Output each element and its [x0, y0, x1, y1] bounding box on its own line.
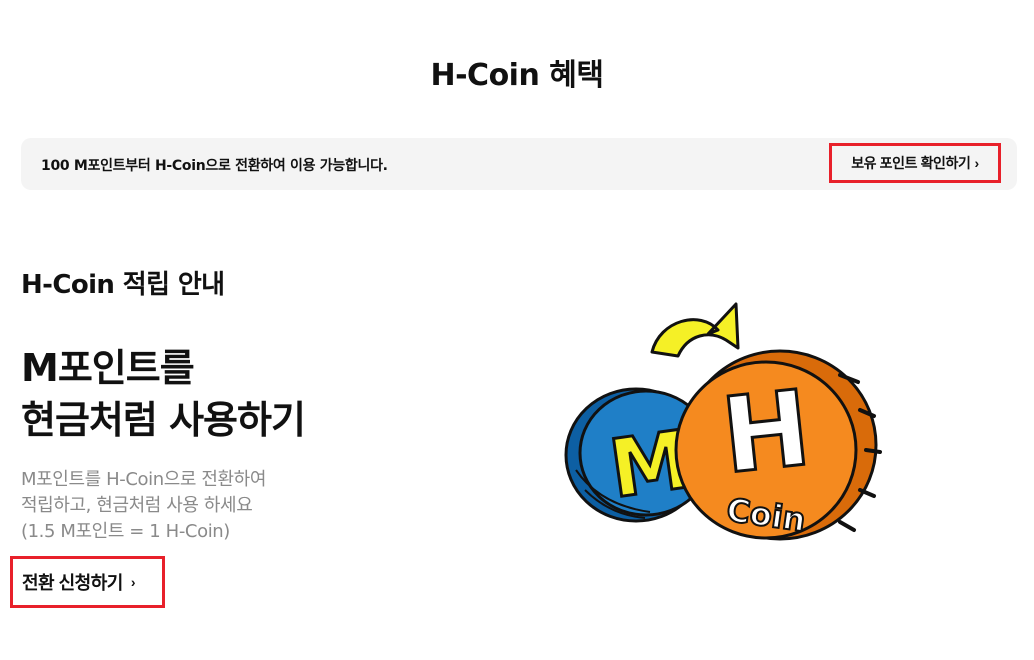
h-coin-letter: H	[717, 367, 816, 497]
notice-text: 100 M포인트부터 H-Coin으로 전환하여 이용 가능합니다.	[41, 158, 388, 174]
apply-conversion-label: 전환 신청하기	[22, 573, 123, 593]
description-line-2: 적립하고, 현금처럼 사용 하세요	[21, 495, 253, 516]
chevron-right-icon: ›	[130, 574, 136, 590]
coin-illustration: M H Coin	[564, 302, 882, 541]
check-points-label: 보유 포인트 확인하기	[851, 155, 971, 171]
notice-bar: 100 M포인트부터 H-Coin으로 전환하여 이용 가능합니다. 보유 포인…	[21, 138, 1017, 190]
page-title: H-Coin 혜택	[430, 58, 604, 93]
h-coin-icon: H Coin	[674, 349, 882, 541]
section-title: H-Coin 적립 안내	[21, 270, 225, 300]
conversion-arrow-icon	[650, 302, 740, 358]
headline-line-2: 현금처럼 사용하기	[21, 398, 306, 442]
apply-conversion-button[interactable]: 전환 신청하기 ›	[10, 556, 165, 608]
description: M포인트를 H-Coin으로 전환하여 적립하고, 현금처럼 사용 하세요 (1…	[21, 467, 266, 545]
check-points-button[interactable]: 보유 포인트 확인하기 ›	[829, 143, 1001, 183]
headline: M포인트를 현금처럼 사용하기	[21, 342, 306, 446]
description-line-3: (1.5 M포인트 = 1 H-Coin)	[21, 521, 230, 542]
chevron-right-icon: ›	[974, 155, 980, 171]
description-line-1: M포인트를 H-Coin으로 전환하여	[21, 469, 266, 490]
headline-line-1: M포인트를	[21, 346, 195, 390]
